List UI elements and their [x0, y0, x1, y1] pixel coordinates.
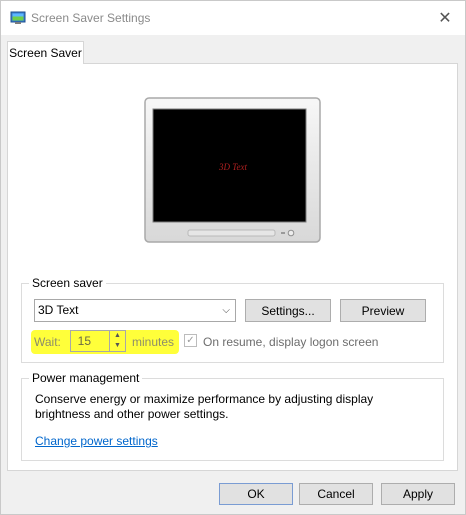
power-management-group: Power management Conserve energy or maxi… [21, 371, 444, 461]
settings-button-label: Settings... [261, 303, 315, 318]
preview-button[interactable]: Preview [340, 299, 426, 322]
screen-saver-legend: Screen saver [32, 276, 103, 290]
ok-button-label: OK [247, 487, 265, 501]
resume-logon-label[interactable]: On resume, display logon screen [203, 335, 378, 349]
tab-panel: 3D Text Screen saver 3D Text ⌵ Settings.… [7, 63, 458, 471]
change-power-settings-link[interactable]: Change power settings [35, 434, 158, 448]
close-icon: ✕ [438, 10, 452, 27]
screen-saver-dropdown[interactable]: 3D Text ⌵ [34, 299, 236, 322]
close-button[interactable]: ✕ [425, 1, 465, 35]
wait-label: Wait: [34, 335, 61, 349]
resume-logon-checkbox[interactable]: ✓ [184, 334, 197, 347]
minutes-label: minutes [132, 335, 175, 349]
tab-label: Screen Saver [9, 46, 82, 60]
ok-button[interactable]: OK [219, 483, 293, 505]
preview-screen-text: 3D Text [218, 162, 247, 172]
apply-button-label: Apply [402, 487, 434, 501]
settings-button[interactable]: Settings... [245, 299, 331, 322]
title-bar[interactable]: Screen Saver Settings ✕ [1, 1, 465, 35]
screen-saver-group: Screen saver 3D Text ⌵ Settings... Previ… [21, 276, 444, 363]
screen-saver-app-icon [10, 11, 26, 24]
spin-up-icon[interactable]: ▲ [110, 331, 125, 341]
screen-saver-selected: 3D Text [38, 303, 79, 317]
wait-minutes-input[interactable]: 15 [70, 330, 110, 352]
wait-spinner[interactable]: ▲ ▼ [110, 330, 126, 352]
preview-button-label: Preview [361, 303, 405, 318]
window-title: Screen Saver Settings [31, 11, 151, 25]
power-management-description: Conserve energy or maximize performance … [35, 392, 374, 421]
spin-down-icon[interactable]: ▼ [110, 341, 125, 351]
monitor-preview: 3D Text [144, 97, 321, 243]
chevron-down-icon: ⌵ [222, 305, 230, 316]
screen-saver-settings-window: Screen Saver Settings ✕ Screen Saver 3D … [0, 0, 466, 515]
cancel-button-label: Cancel [317, 487, 355, 501]
apply-button[interactable]: Apply [381, 483, 455, 505]
tab-screen-saver[interactable]: Screen Saver [7, 41, 84, 64]
cancel-button[interactable]: Cancel [299, 483, 373, 505]
power-management-legend: Power management [32, 371, 140, 385]
